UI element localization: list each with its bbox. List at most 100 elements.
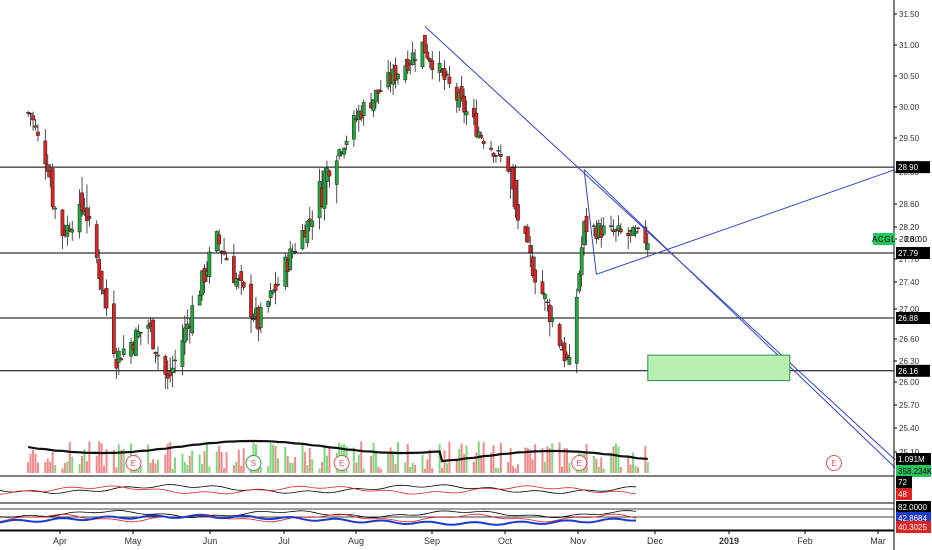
osc2-badge-c: 40.3025: [898, 523, 927, 532]
volume-bar: [183, 462, 186, 473]
candle-body: [405, 58, 410, 71]
candle-body: [266, 301, 271, 307]
candle-body: [464, 111, 469, 116]
candle-body: [557, 324, 562, 346]
candle-body: [479, 134, 484, 138]
candle-body: [626, 232, 631, 237]
candle-body: [99, 270, 104, 290]
candle-body: [207, 251, 212, 278]
level-badge: 26.16: [898, 367, 919, 376]
volume-bar: [215, 451, 218, 473]
volume-bar: [561, 466, 564, 473]
osc1-badge-b: 48: [898, 490, 907, 499]
candle-body: [251, 318, 256, 321]
candle-body: [258, 307, 263, 328]
event-marker[interactable]: S: [245, 455, 262, 471]
candle-body: [516, 204, 520, 221]
candle-body: [224, 257, 229, 261]
candle-body: [87, 216, 92, 219]
volume-bar: [95, 455, 98, 473]
time-tick-label: Feb: [797, 536, 813, 546]
volume-bar: [426, 459, 429, 473]
candle-body: [249, 283, 253, 318]
volume-bar: [291, 462, 294, 473]
volume-bar: [475, 452, 478, 473]
volume-bar: [392, 451, 395, 473]
volume-bar: [154, 463, 157, 473]
price-tick-label: 26.30: [899, 357, 920, 366]
volume-bar: [32, 450, 35, 473]
event-marker[interactable]: E: [125, 455, 142, 471]
last-price-label: ACGL · 28.00: [872, 235, 928, 244]
event-marker[interactable]: E: [571, 455, 588, 471]
volume-bar: [458, 448, 461, 473]
volume-bar: [188, 455, 191, 473]
volume-bar: [149, 462, 152, 473]
candle-body: [396, 74, 400, 79]
volume-bar: [360, 441, 363, 473]
volume-bar: [512, 466, 515, 473]
volume-bar: [218, 445, 221, 473]
volume-bar: [534, 444, 537, 473]
level-badge: 28.90: [898, 163, 919, 172]
volume-bar: [497, 468, 500, 473]
volume-bar: [308, 447, 311, 473]
volume-bar: [600, 457, 603, 473]
event-marker[interactable]: E: [333, 455, 350, 471]
volume-bar: [612, 446, 615, 473]
event-marker-letter: E: [831, 459, 836, 468]
volume-bar: [164, 454, 167, 473]
volume-bar: [404, 462, 407, 473]
volume-bar: [259, 467, 262, 473]
candle-body: [119, 358, 124, 361]
volume-bar: [394, 463, 397, 473]
candle-body: [550, 318, 555, 322]
candle-body: [489, 147, 493, 150]
candle-body: [618, 228, 623, 233]
candle-body: [170, 367, 175, 374]
candle-body: [601, 225, 606, 235]
price-tick-label: 31.50: [899, 10, 920, 19]
volume-bar: [614, 443, 617, 473]
candle-body: [43, 140, 48, 165]
volume-bar: [61, 468, 64, 473]
candle-body: [53, 207, 57, 210]
volume-bar: [301, 444, 304, 473]
volume-bar: [311, 459, 314, 473]
volume-bar: [152, 459, 155, 473]
candle-body: [151, 319, 155, 350]
volume-bar: [602, 468, 605, 473]
volume-bar: [85, 461, 88, 473]
time-tick-label: Apr: [53, 536, 67, 546]
osc2-badge-a: 82.0000: [898, 503, 927, 512]
volume-bar: [558, 442, 561, 473]
price-chart[interactable]: 31.5031.0030.5030.0029.5028.8028.6028.20…: [0, 0, 932, 550]
volume-bar: [103, 465, 106, 473]
candle-body: [528, 245, 533, 253]
volume-bar: [441, 467, 444, 473]
candle-body: [222, 250, 226, 255]
volume-bar: [321, 461, 324, 473]
volume-bar: [174, 457, 177, 473]
level-badge: 27.79: [898, 249, 919, 258]
volume-bar: [352, 447, 355, 473]
volume-bar: [627, 455, 630, 473]
event-marker[interactable]: E: [825, 455, 842, 471]
volume-bar: [551, 443, 554, 473]
volume-bar: [374, 450, 377, 473]
volume-bar: [201, 463, 204, 473]
volume-average-badge: 1.091M: [898, 455, 925, 464]
volume-bar: [78, 464, 81, 473]
volume-bar: [409, 467, 412, 473]
volume-bar: [223, 468, 226, 473]
candle-body: [525, 226, 530, 243]
candle-body: [462, 95, 466, 113]
candle-body: [423, 34, 427, 54]
candle-body: [481, 140, 486, 145]
volume-bar: [636, 467, 639, 473]
candle-body: [33, 125, 38, 128]
volume-bar: [646, 462, 649, 473]
volume-bar: [306, 465, 309, 473]
volume-bar: [585, 444, 588, 473]
candle-body: [94, 224, 99, 258]
